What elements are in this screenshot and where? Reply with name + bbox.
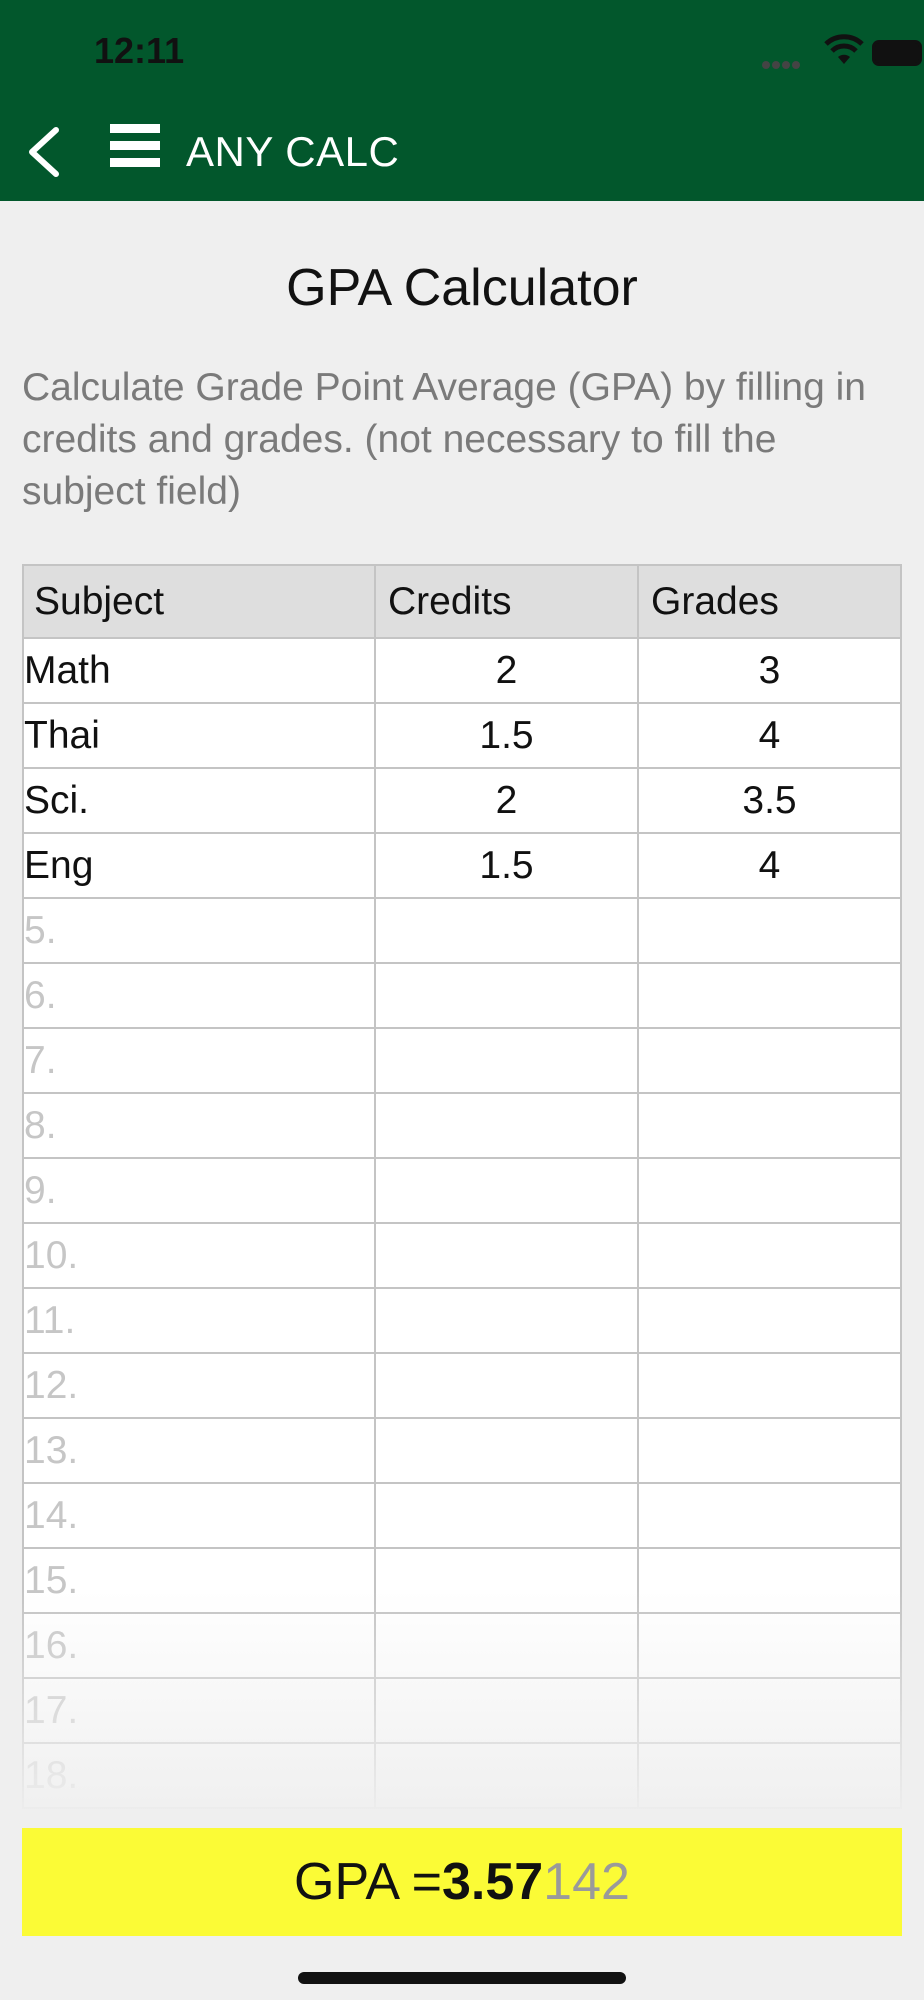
grades-field[interactable] (639, 1744, 900, 1807)
table-header-row: Subject Credits Grades (24, 564, 900, 639)
grades-field[interactable] (639, 1679, 900, 1742)
subject-field[interactable]: 15. (24, 1549, 376, 1612)
credits-field[interactable] (376, 964, 639, 1027)
grades-field[interactable] (639, 1484, 900, 1547)
credits-field[interactable] (376, 1744, 639, 1807)
home-indicator[interactable] (298, 1972, 626, 1984)
grades-field[interactable] (639, 1549, 900, 1612)
subject-field[interactable]: 17. (24, 1679, 376, 1742)
table-row: 11. (24, 1289, 900, 1354)
status-time: 12:11 (94, 30, 185, 71)
credits-field[interactable] (376, 1224, 639, 1287)
grades-field[interactable]: 3 (639, 639, 900, 702)
grades-field[interactable] (639, 899, 900, 962)
table-row: Sci. 2 3.5 (24, 769, 900, 834)
credits-field[interactable] (376, 1094, 639, 1157)
table-row: 12. (24, 1354, 900, 1419)
table-row: 8. (24, 1094, 900, 1159)
table-row: 15. (24, 1549, 900, 1614)
gpa-value-main: 3.57 (441, 1853, 544, 1911)
subject-field[interactable]: 8. (24, 1094, 376, 1157)
hamburger-menu-icon[interactable] (110, 124, 162, 176)
grades-field[interactable] (639, 1354, 900, 1417)
credits-field[interactable] (376, 1679, 639, 1742)
top-bar: 12:11 ANY CALC (0, 0, 924, 201)
wifi-icon (824, 34, 864, 64)
credits-field[interactable] (376, 1289, 639, 1352)
header-subject: Subject (24, 566, 376, 637)
credits-field[interactable]: 1.5 (376, 704, 639, 767)
grades-field[interactable] (639, 1224, 900, 1287)
grades-field[interactable]: 3.5 (639, 769, 900, 832)
subject-field[interactable]: Thai (24, 704, 376, 767)
grades-field[interactable] (639, 1614, 900, 1677)
table-row: 7. (24, 1029, 900, 1094)
subject-field[interactable]: 7. (24, 1029, 376, 1092)
credits-field[interactable] (376, 1419, 639, 1482)
subject-field[interactable]: 11. (24, 1289, 376, 1352)
gpa-value-rest: 142 (543, 1853, 630, 1911)
credits-field[interactable] (376, 1484, 639, 1547)
table-row: 14. (24, 1484, 900, 1549)
subject-field[interactable]: 12. (24, 1354, 376, 1417)
header-credits: Credits (376, 566, 639, 637)
battery-icon (872, 40, 924, 66)
table-row: Math 2 3 (24, 639, 900, 704)
page-description: Calculate Grade Point Average (GPA) by f… (22, 366, 866, 513)
credits-field[interactable] (376, 1549, 639, 1612)
credits-field[interactable] (376, 1354, 639, 1417)
gpa-label: GPA = (294, 1853, 442, 1911)
subject-field[interactable]: 5. (24, 899, 376, 962)
subject-field[interactable]: 13. (24, 1419, 376, 1482)
grades-field[interactable]: 4 (639, 704, 900, 767)
grades-field[interactable]: 4 (639, 834, 900, 897)
gpa-table: Subject Credits Grades Math 2 3 Thai 1.5… (22, 564, 902, 1809)
credits-field[interactable] (376, 1614, 639, 1677)
credits-field[interactable]: 2 (376, 769, 639, 832)
header-grades: Grades (651, 579, 779, 623)
subject-field[interactable]: 14. (24, 1484, 376, 1547)
credits-field[interactable]: 2 (376, 639, 639, 702)
credits-field[interactable] (376, 1029, 639, 1092)
grades-field[interactable] (639, 1029, 900, 1092)
table-row: 17. (24, 1679, 900, 1744)
subject-field[interactable]: 18. (24, 1744, 376, 1807)
grades-field[interactable] (639, 1159, 900, 1222)
table-row: 9. (24, 1159, 900, 1224)
cellular-signal-icon (762, 56, 802, 69)
table-row: 16. (24, 1614, 900, 1679)
subject-field[interactable]: Math (24, 639, 376, 702)
grades-field[interactable] (639, 964, 900, 1027)
credits-field[interactable] (376, 899, 639, 962)
subject-field[interactable]: Sci. (24, 769, 376, 832)
grades-field[interactable] (639, 1419, 900, 1482)
table-row: 6. (24, 964, 900, 1029)
table-row: 18. (24, 1744, 900, 1809)
subject-field[interactable]: 6. (24, 964, 376, 1027)
gpa-result-bar: GPA = 3.57 142 (22, 1828, 902, 1936)
table-row: 5. (24, 899, 900, 964)
credits-field[interactable] (376, 1159, 639, 1222)
credits-field[interactable]: 1.5 (376, 834, 639, 897)
page-title: GPA Calculator (286, 259, 638, 317)
back-chevron-icon[interactable] (26, 126, 62, 178)
subject-field[interactable]: 10. (24, 1224, 376, 1287)
subject-field[interactable]: Eng (24, 834, 376, 897)
table-row: Eng 1.5 4 (24, 834, 900, 899)
table-row: 13. (24, 1419, 900, 1484)
table-row: 10. (24, 1224, 900, 1289)
table-row: Thai 1.5 4 (24, 704, 900, 769)
grades-field[interactable] (639, 1094, 900, 1157)
subject-field[interactable]: 16. (24, 1614, 376, 1677)
grades-field[interactable] (639, 1289, 900, 1352)
app-title: ANY CALC (186, 128, 400, 175)
subject-field[interactable]: 9. (24, 1159, 376, 1222)
